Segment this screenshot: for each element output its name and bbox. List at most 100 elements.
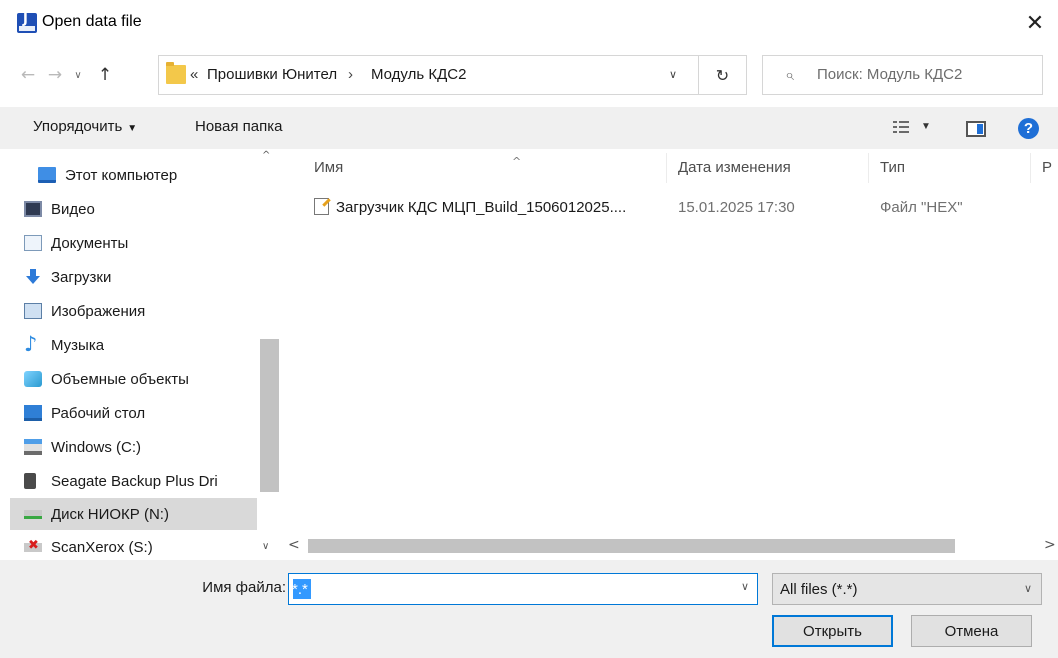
details-view-icon (893, 121, 909, 135)
hex-file-icon (314, 198, 329, 215)
title-bar: Open data file ✕ (0, 0, 1058, 48)
window-title: Open data file (42, 13, 142, 30)
file-name: Загрузчик КДС МЦП_Build_1506012025.... (336, 199, 627, 216)
navigation-pane: Этот компьютер Видео Документы Загрузки … (0, 149, 281, 560)
file-type: Файл "HEX" (880, 199, 963, 216)
breadcrumb-item[interactable]: Модуль КДС2 (371, 66, 466, 83)
close-button[interactable]: ✕ (1012, 0, 1058, 46)
search-icon: ⌕ (785, 65, 794, 84)
app-logo-icon (17, 12, 37, 33)
video-folder-icon (24, 201, 42, 217)
search-box[interactable]: ⌕ (762, 55, 1043, 95)
column-header-label: Имя (314, 159, 344, 176)
3d-objects-icon (24, 371, 42, 387)
tree-item-label: Изображения (51, 302, 146, 320)
cancel-button[interactable]: Отмена (911, 615, 1032, 647)
scrollbar-thumb[interactable] (308, 539, 955, 553)
column-divider[interactable] (1030, 153, 1031, 183)
music-folder-icon (24, 332, 42, 356)
navigation-bar: ← → ∨ ↑ « Прошивки Юнител › Модуль КДС2 … (0, 55, 1058, 95)
scroll-right-icon[interactable]: > (1044, 537, 1056, 553)
column-divider[interactable] (666, 153, 667, 183)
breadcrumb-overflow[interactable]: « (190, 66, 198, 83)
network-drive-icon (24, 509, 42, 519)
tree-item-desktop[interactable]: Рабочий стол (10, 397, 257, 429)
file-date: 15.01.2025 17:30 (678, 199, 795, 216)
tree-item-seagate[interactable]: Seagate Backup Plus Dri (10, 465, 257, 497)
filename-combobox[interactable]: ∨ (288, 573, 758, 605)
computer-icon (38, 167, 56, 183)
new-folder-button[interactable]: Новая папка (195, 118, 282, 135)
file-type-filter-value: All files (*.*) (780, 581, 858, 598)
forward-button[interactable]: → (44, 64, 66, 86)
search-input[interactable] (817, 66, 1037, 83)
scroll-down-icon[interactable]: ∨ (262, 541, 269, 552)
tree-item-label: Seagate Backup Plus Dri (51, 472, 218, 490)
address-bar[interactable]: « Прошивки Юнител › Модуль КДС2 ∨ (158, 55, 699, 95)
chevron-down-icon[interactable]: ∨ (741, 580, 749, 593)
scroll-up-icon[interactable]: ^ (262, 150, 270, 161)
column-header-name[interactable]: Имя ^ (314, 155, 521, 176)
navigation-scrollbar[interactable]: ^ ∨ (257, 149, 281, 560)
open-file-dialog: Open data file ✕ ← → ∨ ↑ « Прошивки Юнит… (0, 0, 1058, 658)
breadcrumb-item[interactable]: Прошивки Юнител (207, 66, 337, 83)
usb-drive-icon (24, 473, 36, 489)
tree-item-pictures[interactable]: Изображения (10, 295, 257, 327)
organize-label: Упорядочить (33, 118, 123, 135)
tree-item-label: Объемные объекты (51, 370, 189, 388)
tree-item-label: ScanXerox (S:) (51, 538, 153, 556)
tree-item-label: Этот компьютер (65, 166, 178, 184)
filename-label: Имя файла: (202, 579, 286, 596)
bottom-panel: Имя файла: ∨ All files (*.*) ∨ Открыть О… (0, 560, 1058, 658)
sort-ascending-icon: ^ (512, 155, 522, 168)
breadcrumb-separator[interactable]: › (348, 66, 353, 83)
organize-button[interactable]: Упорядочить ▼ (33, 118, 137, 135)
scrollbar-thumb[interactable] (260, 339, 279, 492)
documents-folder-icon (24, 235, 42, 251)
help-icon[interactable]: ? (1018, 118, 1039, 139)
caret-down-icon: ▼ (127, 123, 138, 134)
tree-item-label: Видео (51, 200, 95, 218)
refresh-button[interactable]: ↻ (699, 55, 747, 95)
chevron-down-icon: ∨ (1023, 582, 1032, 595)
back-button[interactable]: ← (17, 64, 39, 86)
recent-locations-button[interactable]: ∨ (70, 64, 86, 86)
up-folder-button[interactable]: ↑ (94, 64, 116, 86)
tree-item-3d-objects[interactable]: Объемные объекты (10, 363, 257, 395)
horizontal-scrollbar[interactable]: < > (282, 535, 1058, 557)
downloads-folder-icon (24, 269, 42, 285)
desktop-folder-icon (24, 405, 42, 421)
column-header-date[interactable]: Дата изменения (678, 159, 791, 176)
local-drive-icon (24, 439, 42, 455)
tree-item-this-pc[interactable]: Этот компьютер (10, 159, 257, 191)
column-divider[interactable] (868, 153, 869, 183)
tree-item-drive-s[interactable]: ScanXerox (S:) (10, 531, 257, 563)
tree-item-label: Музыка (51, 336, 105, 354)
file-type-filter[interactable]: All files (*.*) ∨ (772, 573, 1042, 605)
tree-item-drive-c[interactable]: Windows (C:) (10, 431, 257, 463)
tree-item-label: Рабочий стол (51, 404, 146, 422)
change-view-button[interactable]: ▼ (893, 119, 939, 139)
tree-item-music[interactable]: Музыка (10, 329, 257, 361)
column-header-type[interactable]: Тип (880, 159, 905, 176)
toolbar: Упорядочить ▼ Новая папка ▼ ? (0, 107, 1058, 149)
caret-down-icon: ▼ (921, 121, 931, 132)
pictures-folder-icon (24, 303, 42, 319)
column-header-size[interactable]: Р (1042, 159, 1052, 176)
table-row[interactable]: Загрузчик КДС МЦП_Build_1506012025.... 1… (300, 193, 1040, 223)
tree-item-label: Документы (51, 234, 129, 252)
tree-item-label: Диск НИОКР (N:) (51, 505, 169, 523)
tree-item-video[interactable]: Видео (10, 193, 257, 225)
disconnected-network-drive-icon (24, 538, 42, 553)
preview-pane-icon[interactable] (966, 121, 986, 137)
folder-icon (166, 62, 186, 84)
file-list: Имя ^ Дата изменения Тип Р Загрузчик КДС … (282, 149, 1058, 560)
chevron-down-icon[interactable]: ∨ (669, 68, 677, 81)
tree-item-downloads[interactable]: Загрузки (10, 261, 257, 293)
tree-item-drive-n[interactable]: Диск НИОКР (N:) (10, 498, 257, 530)
tree-item-label: Загрузки (51, 268, 112, 286)
open-button[interactable]: Открыть (772, 615, 893, 647)
tree-item-documents[interactable]: Документы (10, 227, 257, 259)
scroll-left-icon[interactable]: < (288, 537, 300, 553)
filename-input[interactable] (292, 578, 722, 600)
